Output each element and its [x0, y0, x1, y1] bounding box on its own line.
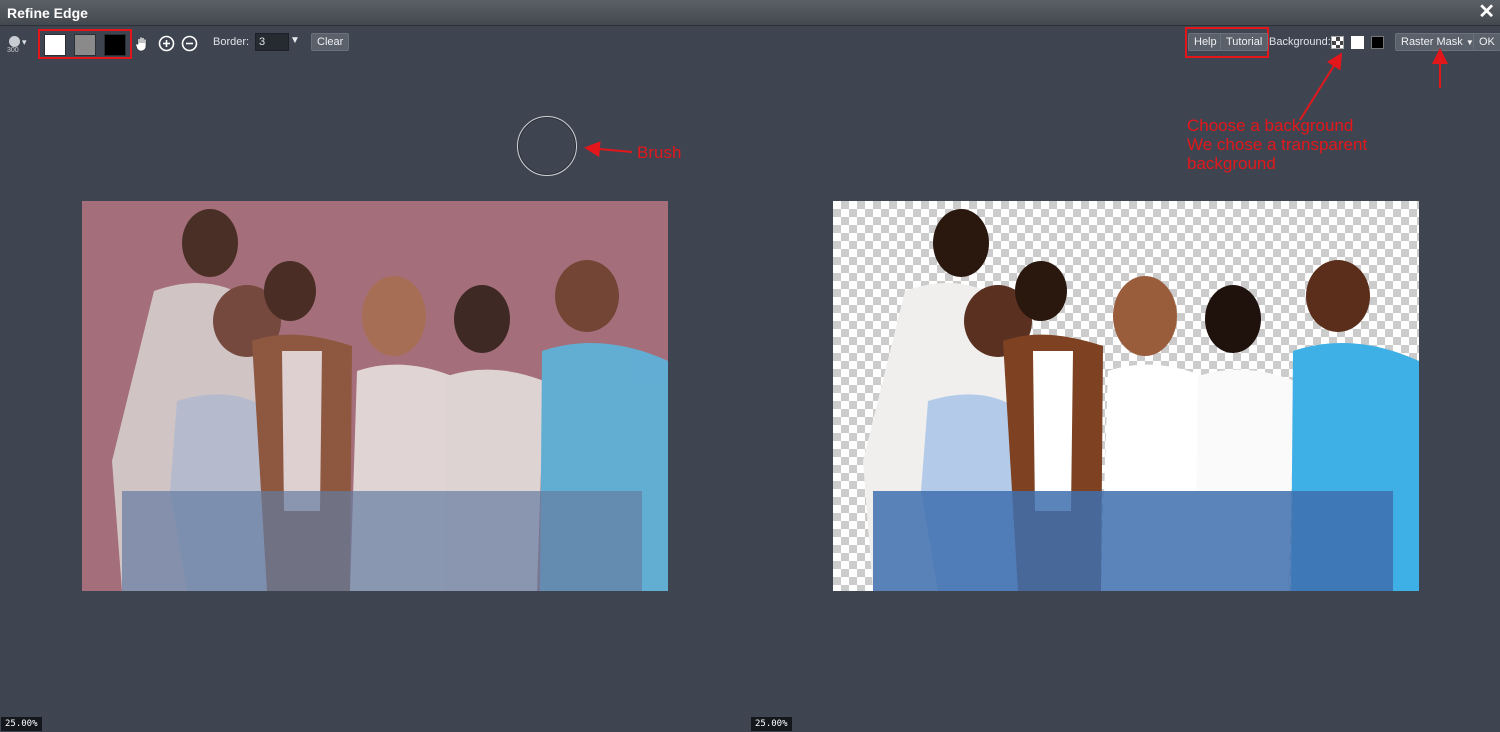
left-zoom-level: 25.00%: [1, 717, 42, 731]
background-arrow: [1299, 52, 1343, 121]
close-icon[interactable]: ✕: [1478, 1, 1495, 23]
brush-cursor: [517, 116, 577, 176]
title-bar: Refine Edge ✕: [0, 0, 1500, 26]
tutorial-button[interactable]: Tutorial: [1220, 33, 1269, 51]
background-label: Background:: [1269, 36, 1331, 48]
brush-size-value: 300: [7, 47, 19, 54]
brush-annotation: Brush: [637, 143, 682, 162]
background-transparent-swatch[interactable]: [1331, 36, 1344, 49]
group-photo-masked: [112, 209, 668, 591]
border-dropdown-icon[interactable]: ▼: [290, 35, 300, 46]
brush-arrow: [584, 141, 633, 158]
raster-mask-label: Raster Mask: [1401, 36, 1463, 48]
zoom-in-icon[interactable]: [157, 34, 175, 52]
brush-size-dropdown[interactable]: ▾ 300: [6, 34, 32, 56]
brush-dot-icon: [9, 36, 20, 47]
zoom-out-icon[interactable]: [180, 34, 198, 52]
background-white-swatch[interactable]: [1351, 36, 1364, 49]
swatch-gray[interactable]: [74, 34, 96, 56]
swatch-black[interactable]: [104, 34, 126, 56]
background-black-swatch[interactable]: [1371, 36, 1384, 49]
right-zoom-level: 25.00%: [751, 717, 792, 731]
clear-button[interactable]: Clear: [311, 33, 350, 51]
raster-mask-dropdown[interactable]: Raster Mask ▼: [1395, 33, 1480, 51]
ok-button[interactable]: OK: [1473, 33, 1500, 51]
border-input[interactable]: [255, 33, 289, 51]
swatch-white[interactable]: [44, 34, 66, 56]
group-photo-cutout: [863, 209, 1419, 591]
border-label: Border:: [213, 36, 250, 48]
brush-color-swatches: [38, 29, 132, 59]
dialog-title: Refine Edge: [7, 5, 88, 21]
toolbar: ▾ 300 Border: ▼ Clear Help Tutorial Back…: [0, 26, 1500, 60]
chevron-down-icon: ▾: [22, 37, 27, 47]
background-annotation: Choose a background We chose a transpare…: [1187, 116, 1368, 173]
result-preview-canvas[interactable]: [833, 201, 1419, 591]
hand-pan-icon[interactable]: [133, 34, 151, 52]
help-button[interactable]: Help: [1188, 33, 1223, 51]
mask-preview-canvas[interactable]: [82, 201, 668, 591]
